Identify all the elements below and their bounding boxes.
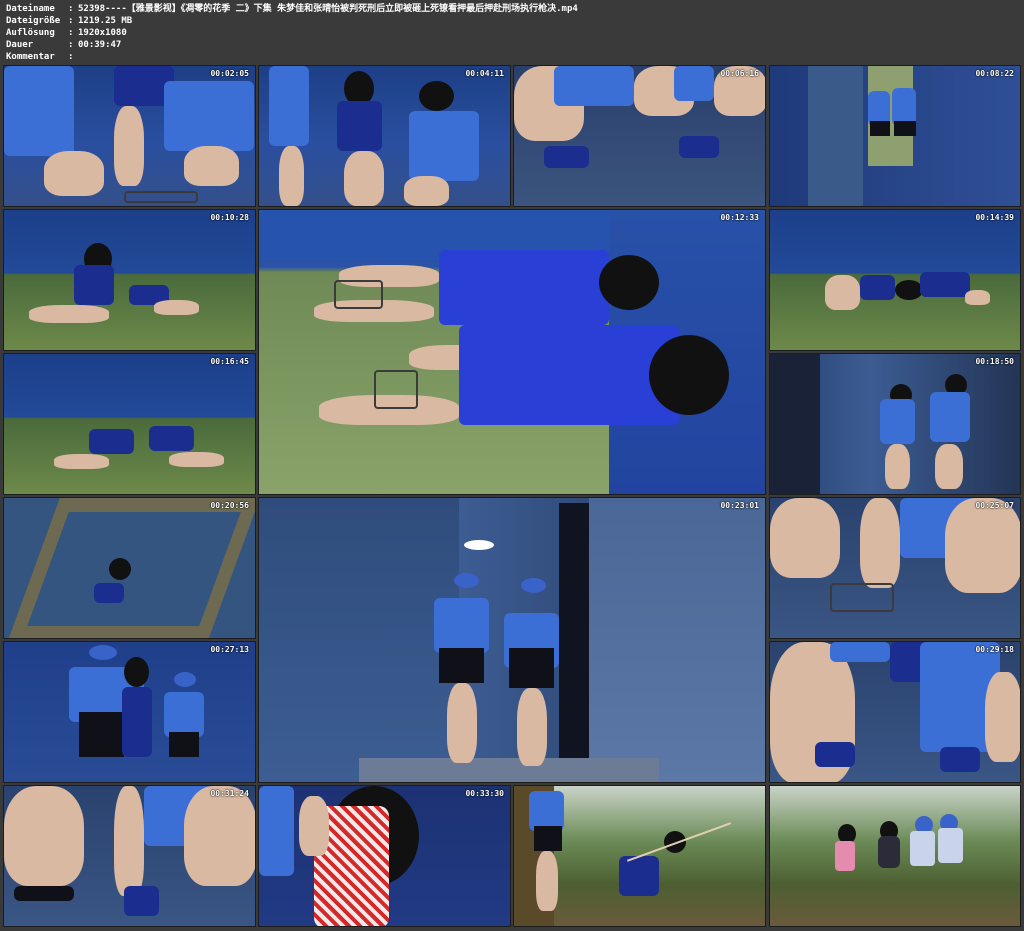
video-thumbnail[interactable]: 00:14:39 — [769, 209, 1021, 351]
video-thumbnail-large[interactable]: 00:23:01 — [258, 497, 766, 783]
thumbnail-timestamp: 00:18:50 — [975, 357, 1014, 366]
video-thumbnail[interactable]: 00:31:24 — [3, 785, 256, 927]
comment-row: Kommentar: — [6, 52, 74, 62]
thumbnail-timestamp: 00:29:18 — [975, 645, 1014, 654]
video-thumbnail-large[interactable]: 00:12:33 — [258, 209, 766, 495]
filename-value: 52398----【雅景影视】《凋零的花季 二》下集 朱梦佳和张晴怡被判死刑后立… — [78, 4, 578, 14]
thumbnail-timestamp: 00:04:11 — [465, 69, 504, 78]
thumbnail-timestamp: 00:27:13 — [210, 645, 249, 654]
video-thumbnail[interactable] — [513, 785, 766, 927]
video-thumbnail[interactable]: 00:33:30 — [258, 785, 511, 927]
thumbnail-timestamp: 00:02:05 — [210, 69, 249, 78]
resolution-value: 1920x1080 — [78, 28, 127, 38]
file-info-header: Dateiname:52398----【雅景影视】《凋零的花季 二》下集 朱梦佳… — [0, 0, 1024, 64]
video-thumbnail[interactable]: 00:06:16 — [513, 65, 766, 207]
video-thumbnail[interactable]: 00:18:50 — [769, 353, 1021, 495]
video-thumbnail[interactable]: 00:16:45 — [3, 353, 256, 495]
video-thumbnail[interactable]: 00:02:05 — [3, 65, 256, 207]
video-thumbnail[interactable]: 00:25:07 — [769, 497, 1021, 639]
thumbnail-timestamp: 00:23:01 — [720, 501, 759, 510]
thumbnail-timestamp: 00:25:07 — [975, 501, 1014, 510]
thumbnail-timestamp: 00:10:28 — [210, 213, 249, 222]
video-thumbnail[interactable]: 00:04:11 — [258, 65, 511, 207]
thumbnail-timestamp: 00:06:16 — [720, 69, 759, 78]
thumbnail-timestamp: 00:12:33 — [720, 213, 759, 222]
thumbnail-timestamp: 00:31:24 — [210, 789, 249, 798]
video-thumbnail[interactable]: 00:29:18 — [769, 641, 1021, 783]
filesize-value: 1219.25 MB — [78, 16, 133, 26]
thumbnail-timestamp: 00:16:45 — [210, 357, 249, 366]
thumbnail-timestamp: 00:20:56 — [210, 501, 249, 510]
video-thumbnail[interactable]: 00:27:13 — [3, 641, 256, 783]
video-thumbnail[interactable]: 00:10:28 — [3, 209, 256, 351]
thumbnail-timestamp: 00:33:30 — [465, 789, 504, 798]
duration-value: 00:39:47 — [78, 40, 122, 50]
comment-label: Kommentar — [6, 52, 55, 62]
video-thumbnail[interactable]: 00:08:22 — [769, 65, 1021, 207]
video-thumbnail[interactable] — [769, 785, 1021, 927]
video-thumbnail[interactable]: 00:20:56 — [3, 497, 256, 639]
thumbnail-timestamp: 00:08:22 — [975, 69, 1014, 78]
thumbnail-timestamp: 00:14:39 — [975, 213, 1014, 222]
